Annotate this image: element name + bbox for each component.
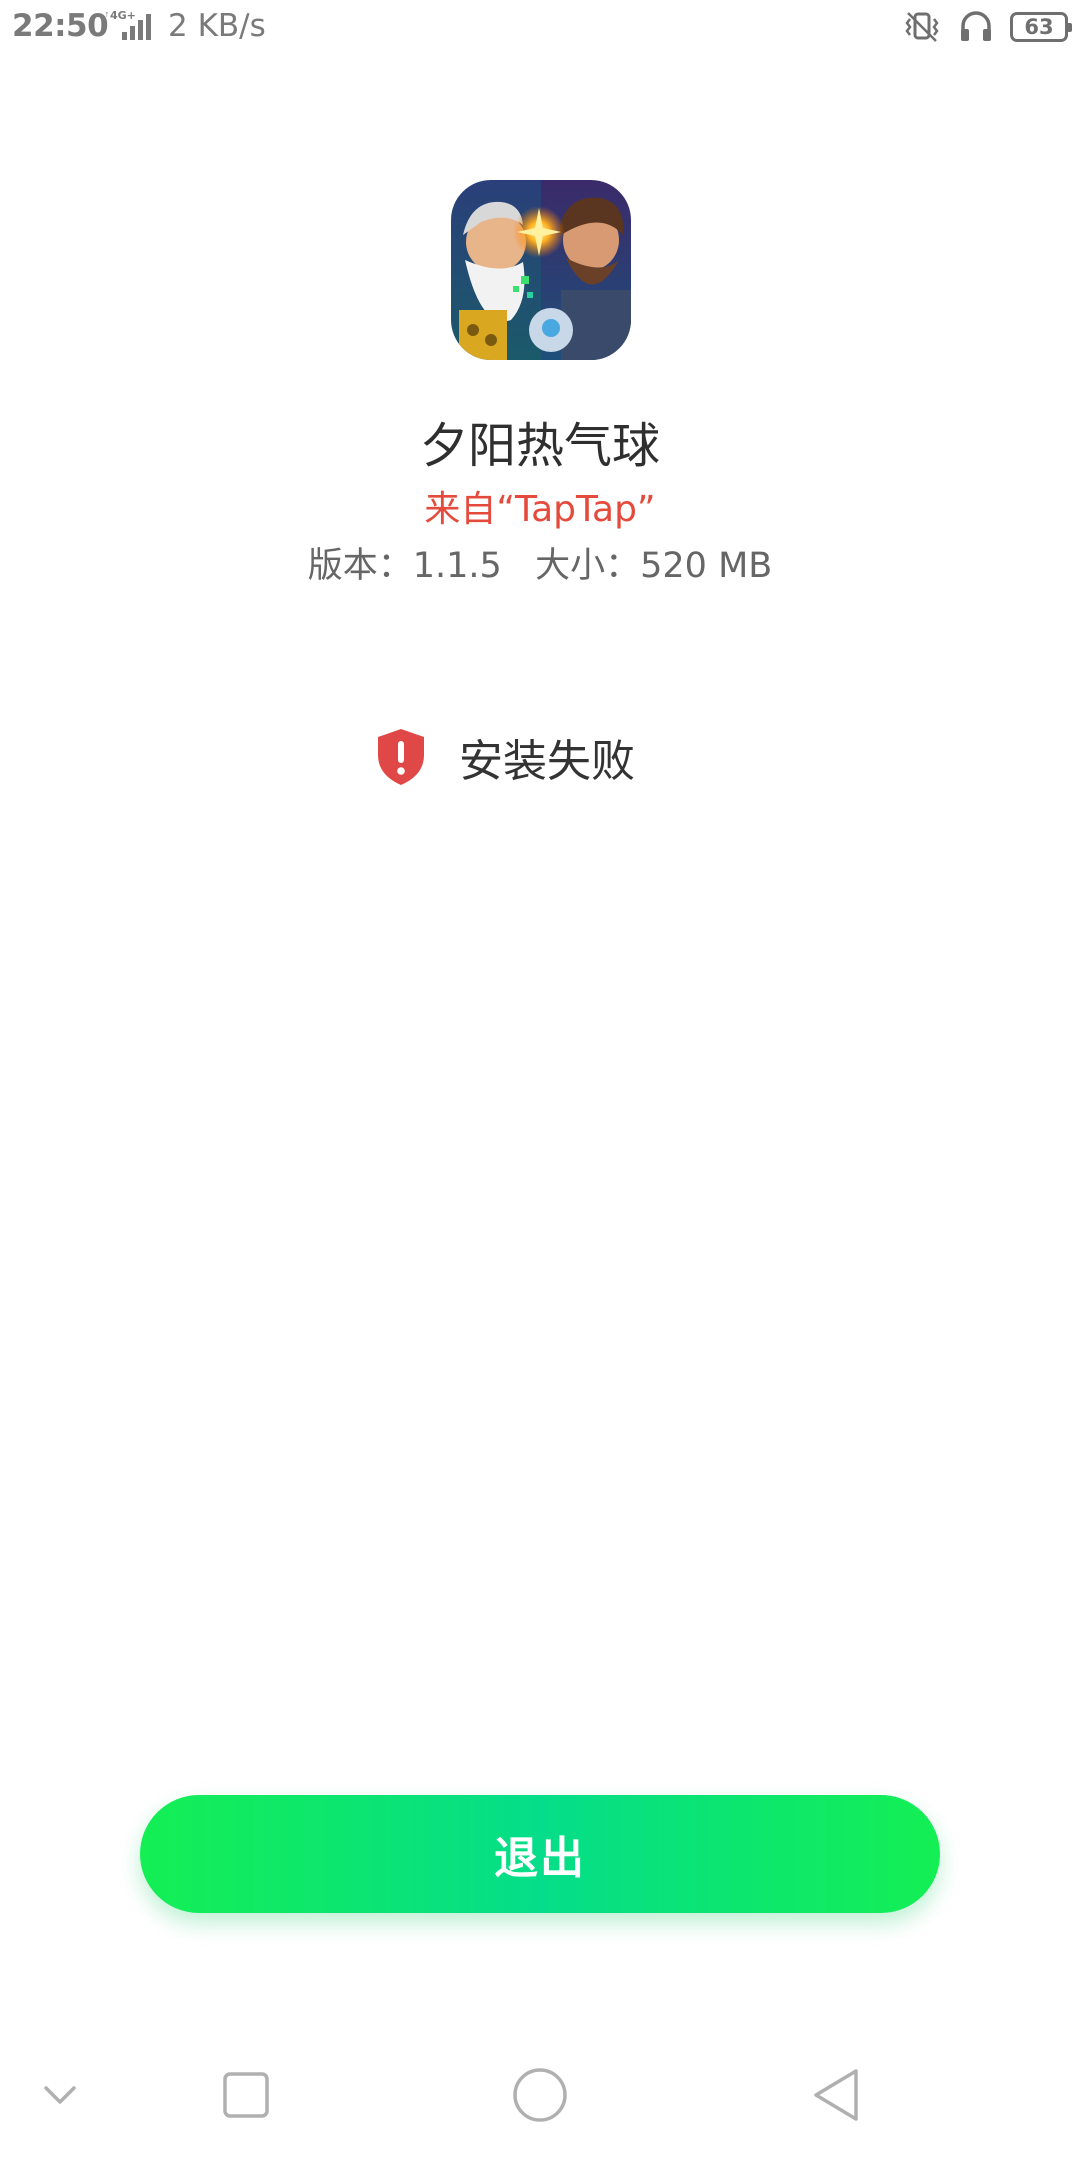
status-time: 22:50 xyxy=(12,8,109,44)
app-icon xyxy=(451,180,631,360)
navigation-bar xyxy=(0,2040,1080,2140)
exit-button-label: 退出 xyxy=(494,1833,586,1884)
battery-icon: 63 xyxy=(1010,12,1072,42)
headset-icon xyxy=(956,8,996,46)
status-bar: 22:50 4G+ ↑↓ 2 KB/s 63 xyxy=(0,0,1080,56)
shield-alert-icon xyxy=(378,729,424,785)
status-right-icons: 63 xyxy=(902,8,1072,46)
install-status-text: 安装失败 xyxy=(459,736,635,787)
app-name: 夕阳热气球 xyxy=(419,418,660,474)
recents-icon[interactable] xyxy=(211,2060,281,2130)
svg-text:↑↓: ↑↓ xyxy=(104,11,116,19)
app-version-size: 版本：1.1.5 大小：520 MB xyxy=(307,546,773,586)
home-icon[interactable] xyxy=(505,2060,575,2130)
nav-collapse-icon[interactable] xyxy=(25,2060,95,2130)
exit-button[interactable]: 退出 xyxy=(140,1795,940,1913)
install-status: 安装失败 xyxy=(375,725,635,789)
back-icon[interactable] xyxy=(801,2060,871,2130)
vibrate-icon xyxy=(902,8,942,46)
signal-icon: 4G+ ↑↓ xyxy=(104,9,151,40)
battery-level: 63 xyxy=(1024,14,1054,39)
network-speed: 2 KB/s xyxy=(168,8,266,44)
app-source: 来自“TapTap” xyxy=(424,489,656,530)
